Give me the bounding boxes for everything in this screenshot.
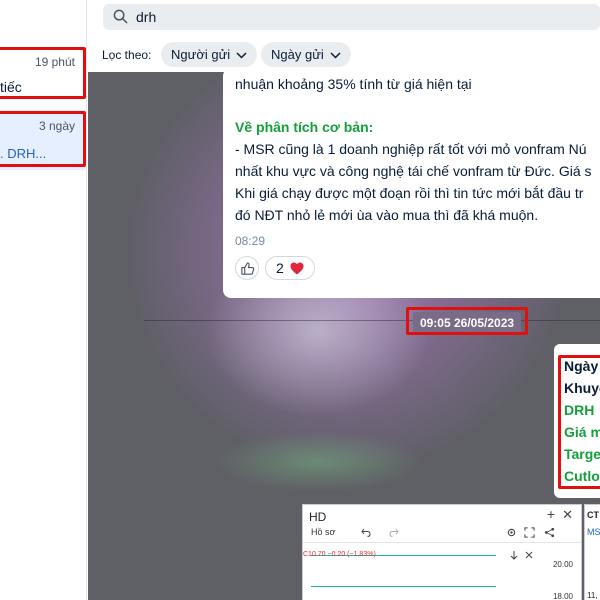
filter-label: Lọc theo: (102, 48, 152, 62)
share-icon (544, 527, 555, 538)
message-text: Targe (564, 446, 600, 462)
redo-icon (389, 528, 399, 537)
attached-chart-image[interactable]: HD + ✕ Hồ sơ C10.70 −0.20 (−1.83%) 20.00… (302, 504, 582, 600)
reaction-count: 2 (276, 260, 284, 276)
chart-image-toolbar: Hồ sơ (303, 523, 581, 543)
plus-icon: + (546, 506, 555, 522)
reaction-summary[interactable]: 2 (265, 256, 315, 280)
chart-image-price: C10.70 −0.20 (−1.83%) (303, 551, 376, 558)
conversation-time: 19 phút (34, 55, 75, 69)
date-separator: 09:05 26/05/2023 (413, 312, 521, 333)
chevron-down-icon (330, 52, 341, 59)
chart-image-tool: Hồ sơ (311, 527, 336, 537)
fullscreen-icon (524, 527, 535, 538)
heart-icon (290, 262, 304, 275)
conversation-preview: tiếc (0, 79, 22, 95)
message-text: Cutlo (564, 468, 600, 484)
chart-image-axis-label: 20.00 (552, 560, 573, 569)
search-icon (113, 9, 128, 24)
chart-image-line (311, 586, 496, 587)
attached-chart-image[interactable]: CT MS 11, (584, 504, 600, 600)
filter-date-label: Ngày gửi (271, 47, 324, 62)
message-text: nhất khu vực và công nghệ tái chế vonfra… (235, 163, 592, 179)
undo-icon (361, 528, 371, 537)
close-icon: ✕ (562, 507, 573, 522)
close-icon (525, 551, 533, 559)
conversation-item-active[interactable]: 3 ngày . DRH... (0, 110, 87, 170)
conversation-preview: . DRH... (0, 146, 47, 161)
chart-image-subtitle: MS (587, 527, 600, 537)
conversation-list: 19 phút tiếc 3 ngày . DRH... (0, 0, 87, 600)
message-time: 08:29 (235, 234, 266, 248)
chat-area: nhuận khoảng 35% tính từ giá hiện tại Về… (88, 72, 600, 600)
search-header: drh Lọc theo: Người gửi Ngày gửi (88, 0, 600, 72)
arrow-down-icon (510, 551, 518, 560)
date-divider-line (144, 320, 600, 321)
filter-sender-dropdown[interactable]: Người gửi (161, 42, 258, 67)
message-text: đó NĐT nhỏ lẻ mới ùa vào mua thì đã khá … (235, 207, 539, 223)
conversation-item[interactable]: 19 phút tiếc (0, 46, 87, 101)
chart-image-title: CT (587, 510, 599, 520)
chart-image-title: HD (309, 510, 327, 524)
like-reaction-button[interactable] (235, 256, 259, 280)
chart-image-axis-label: 18.00 (552, 592, 573, 600)
gear-icon (507, 528, 516, 537)
message-text: Khuyế (564, 380, 600, 396)
chart-image-value: 11, (587, 591, 598, 600)
chevron-down-icon (236, 52, 247, 59)
filter-sender-label: Người gửi (171, 47, 231, 62)
thumbs-up-icon (241, 262, 255, 275)
search-query: drh (136, 9, 157, 25)
conversation-time: 3 ngày (38, 119, 75, 133)
search-input[interactable]: drh (103, 4, 600, 30)
message-text: Giá m (564, 424, 600, 440)
filter-date-dropdown[interactable]: Ngày gửi (261, 42, 351, 67)
message-bubble[interactable]: nhuận khoảng 35% tính từ giá hiện tại Về… (223, 72, 600, 298)
message-text: nhuận khoảng 35% tính từ giá hiện tại (235, 76, 472, 92)
message-text: Khi giá chạy được một đoạn rồi thì tin t… (235, 185, 584, 201)
message-text: Ngày (564, 358, 599, 374)
message-text: - MSR cũng là 1 doanh nghiệp rất tốt với… (235, 141, 587, 157)
message-text: DRH (564, 402, 595, 418)
message-bubble[interactable]: Ngày Khuyế DRH Giá m Targe Cutlo (554, 344, 600, 498)
message-heading: Về phân tích cơ bản: (235, 119, 374, 135)
